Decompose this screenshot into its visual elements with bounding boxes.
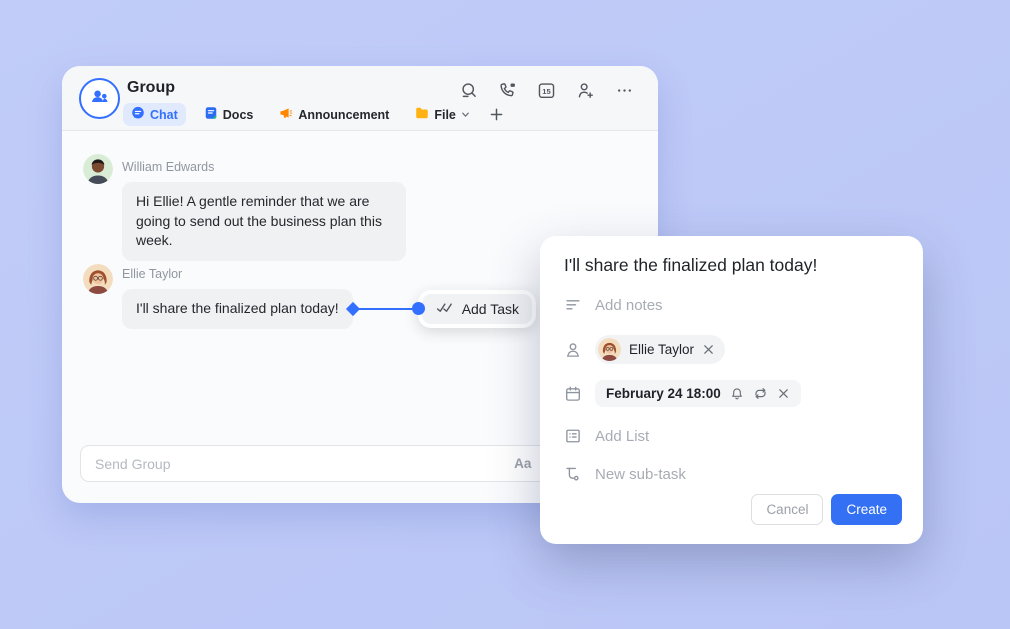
header-actions: 15 — [459, 81, 634, 100]
chat-title: Group — [127, 79, 175, 97]
calendar-outline-icon — [564, 385, 582, 403]
due-date-text: February 24 18:00 — [606, 386, 721, 401]
bell-icon[interactable] — [730, 387, 744, 401]
subtask-icon — [564, 465, 582, 483]
remove-assignee-icon[interactable] — [702, 343, 715, 356]
list-icon — [564, 427, 582, 445]
svg-text:15: 15 — [542, 87, 551, 96]
tab-announcement-label: Announcement — [298, 108, 389, 122]
double-check-icon — [435, 301, 454, 317]
assignee-chip[interactable]: Ellie Taylor — [595, 335, 725, 364]
text-format-icon[interactable]: Aa — [514, 456, 531, 471]
avatar-ellie-small — [598, 338, 621, 361]
task-due-row: February 24 18:00 — [564, 380, 801, 407]
repeat-icon[interactable] — [753, 386, 768, 401]
task-list-row[interactable]: Add List — [564, 427, 649, 445]
group-people-icon — [88, 85, 111, 113]
notes-icon — [564, 296, 582, 314]
assignee-name: Ellie Taylor — [629, 342, 694, 357]
tab-docs-label: Docs — [223, 108, 254, 122]
create-button[interactable]: Create — [831, 494, 902, 525]
message-author: William Edwards — [122, 160, 214, 174]
chat-tabs: Chat Docs — [123, 103, 503, 126]
task-title[interactable]: I'll share the finalized plan today! — [564, 255, 817, 276]
task-notes-row[interactable]: Add notes — [564, 296, 663, 314]
notes-placeholder[interactable]: Add notes — [595, 297, 663, 314]
person-icon — [564, 341, 582, 359]
message-bubble: Hi Ellie! A gentle reminder that we are … — [122, 182, 406, 261]
task-subtask-row[interactable]: New sub-task — [564, 465, 686, 483]
search-icon[interactable] — [459, 81, 478, 100]
list-placeholder[interactable]: Add List — [595, 428, 649, 445]
connector-dot — [412, 302, 425, 315]
task-assignee-row: Ellie Taylor — [564, 335, 725, 364]
modal-footer: Cancel Create — [751, 494, 902, 525]
due-date-chip[interactable]: February 24 18:00 — [595, 380, 801, 407]
docs-icon — [204, 106, 218, 123]
chevron-down-icon — [461, 108, 470, 122]
message-input[interactable] — [95, 456, 514, 472]
remove-due-icon[interactable] — [777, 387, 790, 400]
group-avatar[interactable] — [79, 78, 120, 119]
tab-announcement[interactable]: Announcement — [271, 103, 397, 126]
avatar-ellie[interactable] — [83, 264, 113, 294]
subtask-placeholder[interactable]: New sub-task — [595, 466, 686, 483]
add-task-label: Add Task — [462, 301, 519, 317]
add-task-button[interactable]: Add Task — [418, 290, 536, 328]
add-member-icon[interactable] — [576, 81, 595, 100]
tab-chat-label: Chat — [150, 108, 178, 122]
create-task-modal: I'll share the finalized plan today! Add… — [540, 236, 923, 544]
add-tab-button[interactable] — [490, 108, 503, 121]
calendar-icon[interactable]: 15 — [537, 81, 556, 100]
more-icon[interactable] — [615, 81, 634, 100]
chat-header: Group Chat — [62, 66, 658, 131]
call-icon[interactable] — [498, 81, 517, 100]
chat-bubble-icon — [131, 106, 145, 123]
tab-docs[interactable]: Docs — [196, 103, 262, 126]
megaphone-icon — [279, 106, 293, 123]
tab-chat[interactable]: Chat — [123, 103, 186, 126]
cancel-button[interactable]: Cancel — [751, 494, 823, 525]
tab-file-label: File — [434, 108, 456, 122]
folder-icon — [415, 106, 429, 123]
tab-file[interactable]: File — [407, 103, 478, 126]
message-row: I'll share the finalized plan today! Add… — [122, 289, 536, 329]
message-bubble: I'll share the finalized plan today! — [122, 289, 353, 329]
connector-line — [358, 308, 412, 310]
avatar-william[interactable] — [83, 154, 113, 184]
message-author: Ellie Taylor — [122, 267, 182, 281]
